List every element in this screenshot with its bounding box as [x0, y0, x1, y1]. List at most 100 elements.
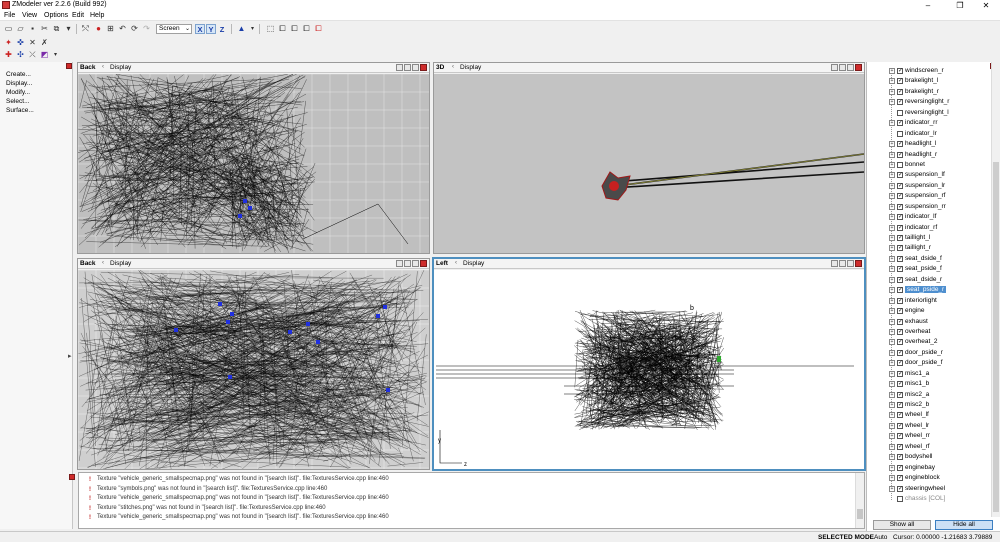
- material-tool-icon[interactable]: ◩: [39, 50, 50, 60]
- maximize-button[interactable]: ❐: [946, 0, 974, 11]
- visibility-checkbox[interactable]: ✓: [897, 297, 903, 304]
- expand-icon[interactable]: +: [889, 255, 895, 262]
- expand-icon[interactable]: +: [889, 402, 895, 408]
- zoom-icon[interactable]: [831, 260, 838, 267]
- visibility-checkbox[interactable]: ✓: [897, 151, 903, 158]
- viewport-back-top[interactable]: Back ‹ Display: [77, 62, 430, 254]
- command-select[interactable]: Select...: [6, 98, 29, 105]
- tree-item[interactable]: + ✓ wheel_lr: [867, 421, 991, 431]
- viewport-canvas[interactable]: [434, 74, 864, 254]
- visibility-checkbox[interactable]: ✓: [897, 245, 903, 252]
- visibility-checkbox[interactable]: ✓: [897, 443, 903, 450]
- copy-icon[interactable]: ⧉: [51, 24, 62, 34]
- visibility-checkbox[interactable]: ✓: [897, 214, 903, 221]
- expand-icon[interactable]: +: [889, 443, 895, 450]
- tree-item[interactable]: + ✓ bodyshell: [867, 452, 991, 462]
- visibility-checkbox[interactable]: ✓: [897, 328, 903, 335]
- expand-icon[interactable]: +: [889, 318, 895, 325]
- expand-icon[interactable]: +: [889, 297, 895, 304]
- visibility-checkbox[interactable]: ✓: [897, 391, 903, 398]
- menu-options[interactable]: Options: [44, 12, 68, 19]
- tree-item[interactable]: + ✓ seat_dside_f: [867, 254, 991, 264]
- pivot-icon[interactable]: ▲: [236, 24, 247, 34]
- coord-system-select[interactable]: Screen ⌄: [156, 24, 192, 34]
- expand-icon[interactable]: +: [889, 120, 895, 127]
- paste-icon[interactable]: ▾: [63, 24, 74, 34]
- visibility-checkbox[interactable]: [897, 161, 903, 168]
- close-icon[interactable]: [855, 260, 862, 267]
- expand-icon[interactable]: +: [889, 193, 895, 200]
- log-scrollbar[interactable]: [855, 473, 864, 528]
- viewport-canvas[interactable]: y z b: [434, 270, 864, 470]
- chevron-left-icon[interactable]: ‹: [455, 260, 457, 266]
- fit-view-icon[interactable]: [839, 260, 846, 267]
- menu-file[interactable]: File: [4, 12, 15, 19]
- tree-item[interactable]: + ✓ wheel_rr: [867, 431, 991, 441]
- viewport-3d[interactable]: 3D ‹ Display: [433, 62, 865, 254]
- tree-item[interactable]: + bonnet: [867, 160, 991, 170]
- tree-item[interactable]: + ✓ suspension_lf: [867, 170, 991, 180]
- minimize-button[interactable]: –: [914, 0, 942, 11]
- command-create[interactable]: Create...: [6, 71, 31, 78]
- expand-icon[interactable]: +: [889, 349, 895, 356]
- tree-item[interactable]: + ✓ steeringwheel: [867, 484, 991, 494]
- viewport-canvas[interactable]: [78, 270, 429, 470]
- select-tool-icon[interactable]: ⤲: [80, 24, 91, 34]
- tree-item[interactable]: + ✓ seat_pside_f: [867, 264, 991, 274]
- tree-item[interactable]: + ✓ suspension_rr: [867, 202, 991, 212]
- tree-item[interactable]: + ✓ suspension_lr: [867, 181, 991, 191]
- visibility-checkbox[interactable]: ✓: [897, 485, 903, 492]
- transform-icon[interactable]: ⊞: [105, 24, 116, 34]
- maximize-view-icon[interactable]: [412, 260, 419, 267]
- expand-icon[interactable]: +: [889, 370, 895, 377]
- visibility-checkbox[interactable]: ✓: [897, 235, 903, 241]
- visibility-checkbox[interactable]: ✓: [897, 412, 903, 419]
- rotate-tool-icon[interactable]: ✗: [39, 38, 50, 48]
- tree-item[interactable]: indicator_lr: [867, 129, 991, 139]
- visibility-checkbox[interactable]: ✓: [897, 266, 903, 273]
- scrollbar-thumb[interactable]: [857, 509, 863, 519]
- cut-icon[interactable]: ✂: [39, 24, 50, 34]
- expand-icon[interactable]: +: [889, 182, 895, 189]
- tree-item[interactable]: + ✓ misc2_a: [867, 390, 991, 400]
- visibility-checkbox[interactable]: ✓: [897, 276, 903, 283]
- visibility-checkbox[interactable]: ✓: [897, 120, 903, 127]
- command-surface[interactable]: Surface...: [6, 107, 34, 114]
- visibility-checkbox[interactable]: ✓: [897, 255, 903, 262]
- expand-icon[interactable]: +: [889, 235, 895, 241]
- viewport-display-menu[interactable]: Display: [460, 64, 481, 71]
- visibility-checkbox[interactable]: ✓: [897, 99, 903, 106]
- tree-scrollbar[interactable]: [991, 62, 1000, 517]
- expand-icon[interactable]: +: [889, 328, 895, 335]
- show-all-button[interactable]: Show all: [873, 520, 931, 530]
- tree-item[interactable]: + ✓ interiorlight: [867, 296, 991, 306]
- dropdown-arrow-icon[interactable]: ▾: [247, 24, 258, 34]
- expand-icon[interactable]: +: [889, 276, 895, 283]
- zoom-icon[interactable]: [396, 260, 403, 267]
- chevron-left-icon[interactable]: ‹: [452, 64, 454, 70]
- new-file-icon[interactable]: ▭: [3, 24, 14, 34]
- viewport-back-bottom[interactable]: Back ‹ Display: [77, 258, 430, 470]
- tree-item[interactable]: + ✓ reversinglight_r: [867, 97, 991, 107]
- zoom-icon[interactable]: [396, 64, 403, 71]
- view-single-icon[interactable]: ⬚: [265, 24, 276, 34]
- tree-item[interactable]: + ✓ misc1_a: [867, 369, 991, 379]
- tree-item[interactable]: + ✓ indicator_rf: [867, 223, 991, 233]
- tree-item[interactable]: + ✓ windscreen_r: [867, 66, 991, 76]
- visibility-checkbox[interactable]: [897, 495, 903, 502]
- expand-icon[interactable]: +: [889, 151, 895, 158]
- visibility-checkbox[interactable]: ✓: [897, 422, 903, 429]
- snap-tool-icon[interactable]: ✦: [3, 38, 14, 48]
- expand-icon[interactable]: +: [889, 454, 895, 461]
- expand-icon[interactable]: +: [889, 224, 895, 231]
- close-icon[interactable]: [420, 64, 427, 71]
- tree-item[interactable]: + ✓ taillight_l: [867, 233, 991, 243]
- tree-item[interactable]: + ✓ headlight_l: [867, 139, 991, 149]
- expand-icon[interactable]: +: [889, 78, 895, 85]
- expand-icon[interactable]: +: [889, 266, 895, 273]
- visibility-checkbox[interactable]: ✓: [897, 172, 903, 179]
- expand-icon[interactable]: +: [889, 203, 895, 210]
- dropdown-arrow-icon[interactable]: ▾: [50, 50, 61, 60]
- visibility-checkbox[interactable]: ✓: [897, 287, 903, 294]
- maximize-view-icon[interactable]: [847, 260, 854, 267]
